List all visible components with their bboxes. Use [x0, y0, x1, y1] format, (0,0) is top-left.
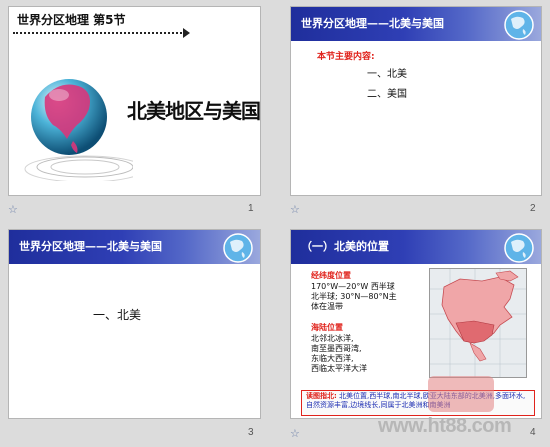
- slide-1-number: 1: [248, 203, 254, 214]
- slide-3-header: 世界分区地理——北美与美国: [19, 240, 162, 253]
- slide-2-transition-icon: ☆: [290, 203, 300, 216]
- watermark-text: www.ht88.com: [378, 415, 512, 437]
- slide-3-item-1: 一、北美: [93, 308, 142, 322]
- sea-land-label: 海陆位置: [311, 323, 343, 332]
- sea-land-line-2: 南至墨西哥湾,: [311, 344, 362, 353]
- globe-icon: [504, 233, 534, 263]
- reading-guide-box: 读图指北: 北美位置,西半球,南北半球,欧亚大陆东部的北美洲,多面环水,自然资源…: [301, 390, 535, 416]
- slide-2-subtitle: 本节主要内容:: [317, 52, 375, 62]
- slide-4-header: （一）北美的位置: [301, 240, 389, 253]
- globe-icon: [24, 79, 133, 181]
- slide-1-title: 世界分区地理 第5节: [17, 13, 126, 27]
- slide-3-number: 3: [248, 427, 254, 438]
- slide-header-band: （一）北美的位置: [291, 230, 541, 264]
- lat-lon-line-3: 体在温带: [311, 302, 343, 311]
- slide-1-heading: 北美地区与美国: [127, 99, 260, 123]
- slide-header-band: 世界分区地理——北美与美国: [291, 7, 541, 41]
- slide-header-band: 世界分区地理——北美与美国: [9, 230, 260, 264]
- slide-3-thumbnail[interactable]: 世界分区地理——北美与美国 一、北美: [8, 229, 261, 419]
- slide-2-thumbnail[interactable]: 世界分区地理——北美与美国 本节主要内容: 一、北美 二、美国: [290, 6, 542, 196]
- slide-2-item-1: 一、北美: [367, 69, 407, 80]
- sea-land-line-3: 东临大西洋,: [311, 354, 354, 363]
- sea-land-line-1: 北邻北冰洋,: [311, 334, 354, 343]
- globe-icon: [223, 233, 253, 263]
- slide-4-transition-icon: ☆: [290, 427, 300, 440]
- slide-1-transition-icon: ☆: [8, 203, 18, 216]
- slide-2-item-2: 二、美国: [367, 89, 407, 100]
- lat-lon-label: 经纬度位置: [311, 271, 351, 280]
- slide-1-thumbnail[interactable]: 世界分区地理 第5节 北美地区与美国: [8, 6, 261, 196]
- slide-2-number: 2: [530, 203, 536, 214]
- lat-lon-line-2: 北半球; 30°N—80°N主: [311, 292, 397, 301]
- slide-4-thumbnail[interactable]: （一）北美的位置 经纬度位置 170°W—20°W 西半球 北半球; 30°N—…: [290, 229, 542, 419]
- reading-guide-label: 读图指北:: [306, 392, 337, 400]
- slide-2-header: 世界分区地理——北美与美国: [301, 17, 444, 30]
- dotted-arrow-line: [13, 32, 185, 34]
- sea-land-line-4: 西临太平洋大洋: [311, 364, 367, 373]
- slide-4-number: 4: [530, 427, 536, 438]
- arrowhead-icon: [183, 28, 190, 38]
- globe-icon: [504, 10, 534, 40]
- watermark-logo: [428, 376, 494, 412]
- north-america-map: [429, 268, 527, 378]
- lat-lon-line-1: 170°W—20°W 西半球: [311, 282, 395, 291]
